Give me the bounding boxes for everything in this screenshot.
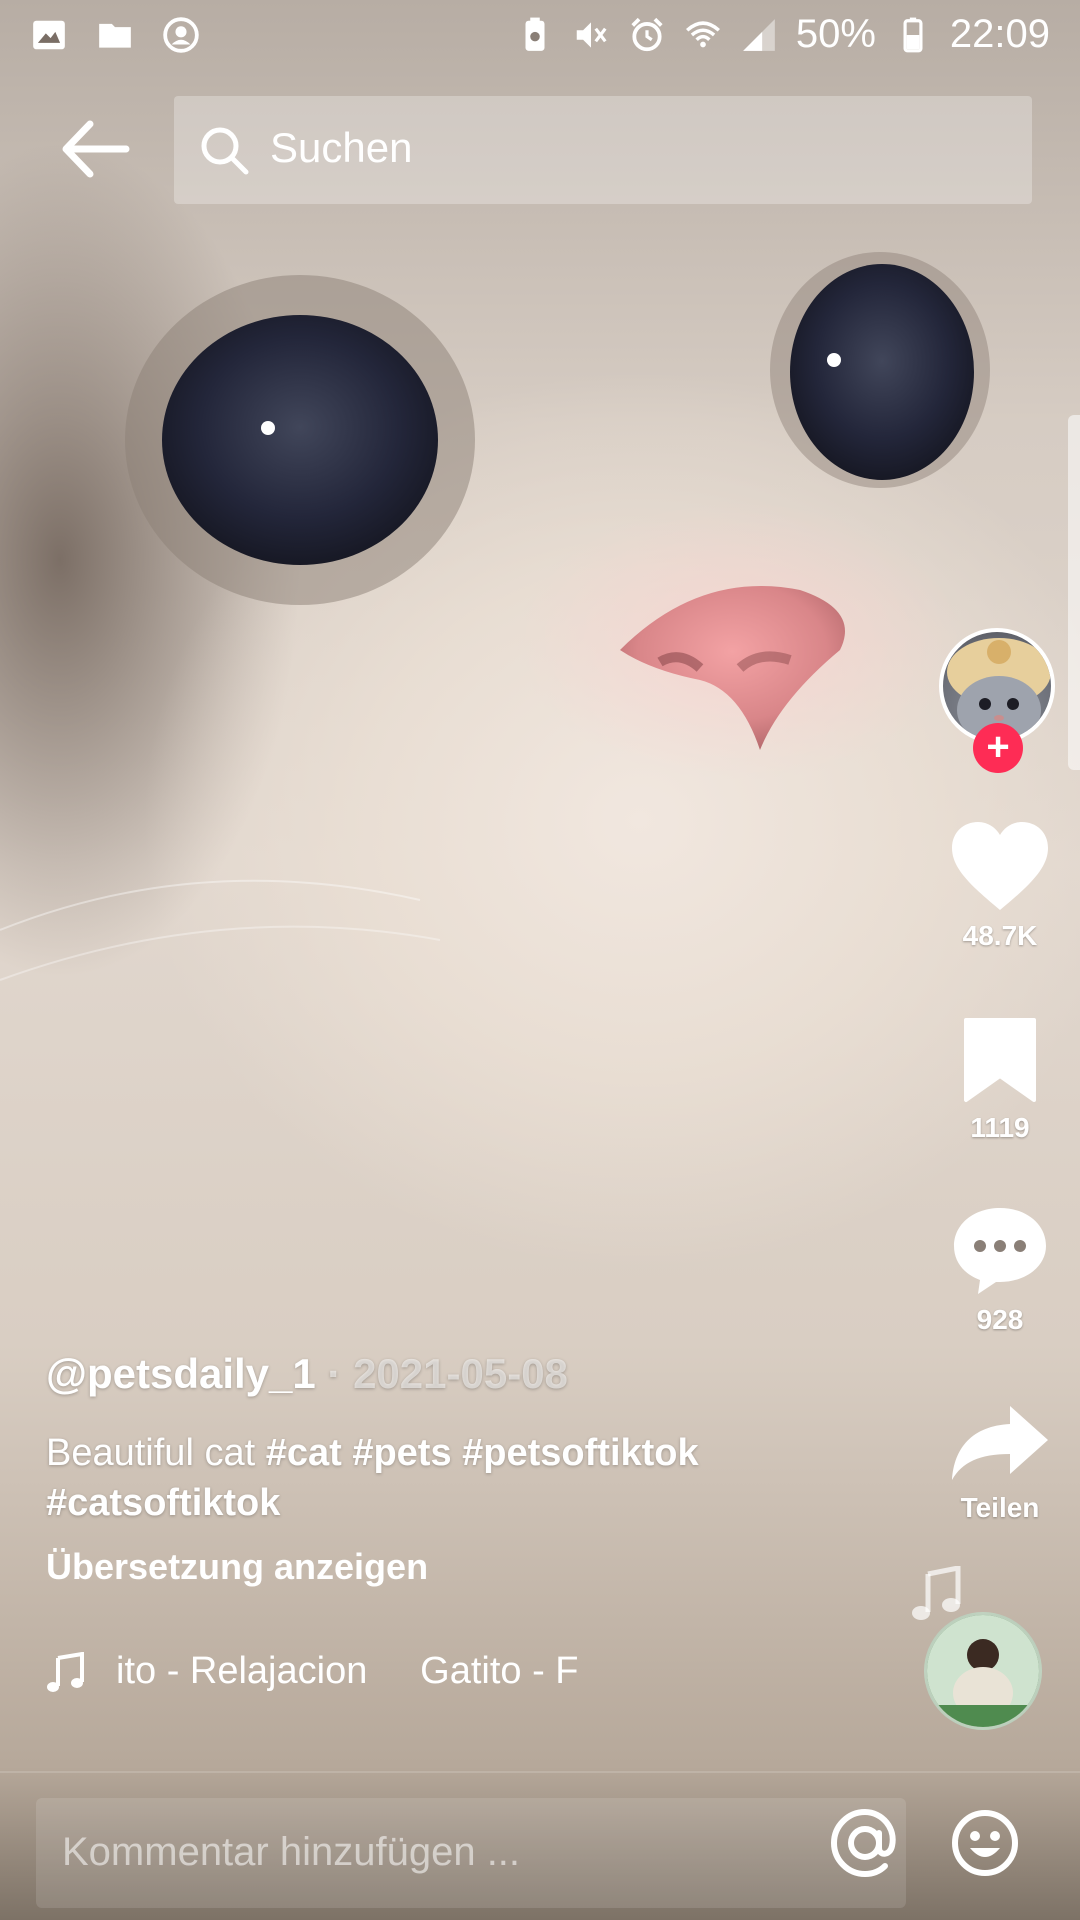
mention-icon[interactable] <box>830 1808 900 1878</box>
hashtag-cat[interactable]: #cat <box>266 1432 342 1474</box>
author-line: @petsdaily_1 · 2021-05-08 <box>46 1350 886 1398</box>
account-circle-icon <box>163 17 199 53</box>
favorite-count: 1119 <box>970 1112 1030 1143</box>
emoji-icon[interactable] <box>950 1808 1020 1878</box>
show-translation-link[interactable]: Übersetzung anzeigen <box>46 1546 886 1588</box>
search-placeholder: Suchen <box>270 124 413 171</box>
post-description: Beautiful cat #cat #pets #petsoftiktok #… <box>46 1428 886 1528</box>
cat-eye-right <box>790 264 974 480</box>
cat-nose <box>620 586 845 750</box>
signal-icon <box>742 18 775 51</box>
heart-icon <box>952 822 1048 910</box>
share-button[interactable]: Teilen <box>940 1404 1060 1524</box>
post-caption: @petsdaily_1 · 2021-05-08 Beautiful cat … <box>46 1350 886 1588</box>
music-ticker[interactable]: ito - Relajacion Gatito - F <box>46 1650 586 1700</box>
music-note-icon <box>47 1652 84 1692</box>
favorite-button[interactable]: 1119 <box>940 1016 1060 1144</box>
folder-icon <box>99 23 131 48</box>
image-icon <box>33 20 65 50</box>
battery-saver-icon <box>525 17 545 51</box>
comment-count: 928 <box>976 1304 1024 1335</box>
hashtag-petsoftiktok[interactable]: #petsoftiktok <box>462 1432 698 1474</box>
video-frame[interactable] <box>0 0 1080 1920</box>
share-label: Teilen <box>960 1492 1040 1523</box>
description-text: Beautiful cat <box>46 1432 266 1474</box>
scroll-indicator[interactable] <box>1068 415 1080 770</box>
battery-icon <box>903 17 923 52</box>
author-handle[interactable]: @petsdaily_1 <box>46 1350 316 1397</box>
hashtag-catsoftiktok[interactable]: #catsoftiktok <box>46 1482 280 1524</box>
like-count: 48.7K <box>962 920 1038 951</box>
mute-icon <box>576 21 607 48</box>
like-button[interactable]: 48.7K <box>940 820 1060 952</box>
wifi-icon <box>685 20 720 47</box>
share-arrow-icon <box>952 1406 1048 1480</box>
bookmark-icon <box>964 1018 1036 1102</box>
clock: 22:09 <box>949 12 1050 56</box>
post-date: · 2021-05-08 <box>327 1350 568 1397</box>
sound-disc[interactable] <box>924 1612 1042 1730</box>
video-player-screen[interactable]: 50% 22:09 Suchen + 48.7K 1119 928 Teilen… <box>0 0 1080 1920</box>
eye-glint-left <box>261 421 275 435</box>
comment-divider <box>0 1771 1080 1773</box>
sound-cover-image <box>927 1615 1039 1727</box>
alarm-icon <box>631 17 663 51</box>
back-arrow-icon[interactable] <box>60 118 130 180</box>
eye-glint-right <box>827 353 841 367</box>
search-input[interactable]: Suchen <box>174 96 1032 204</box>
comment-bubble-icon <box>954 1208 1046 1294</box>
search-icon <box>201 127 249 175</box>
floating-music-note-icon <box>912 1566 961 1620</box>
music-title: ito - Relajacion Gatito - F <box>116 1650 579 1692</box>
status-bar: 50% 22:09 <box>0 0 1080 74</box>
cat-eye-left <box>162 315 438 565</box>
follow-button[interactable]: + <box>973 723 1023 773</box>
hashtag-pets[interactable]: #pets <box>352 1432 451 1474</box>
comment-button[interactable]: 928 <box>940 1204 1060 1336</box>
comment-placeholder: Kommentar hinzufügen ... <box>62 1830 521 1874</box>
battery-percent: 50% <box>795 12 876 56</box>
